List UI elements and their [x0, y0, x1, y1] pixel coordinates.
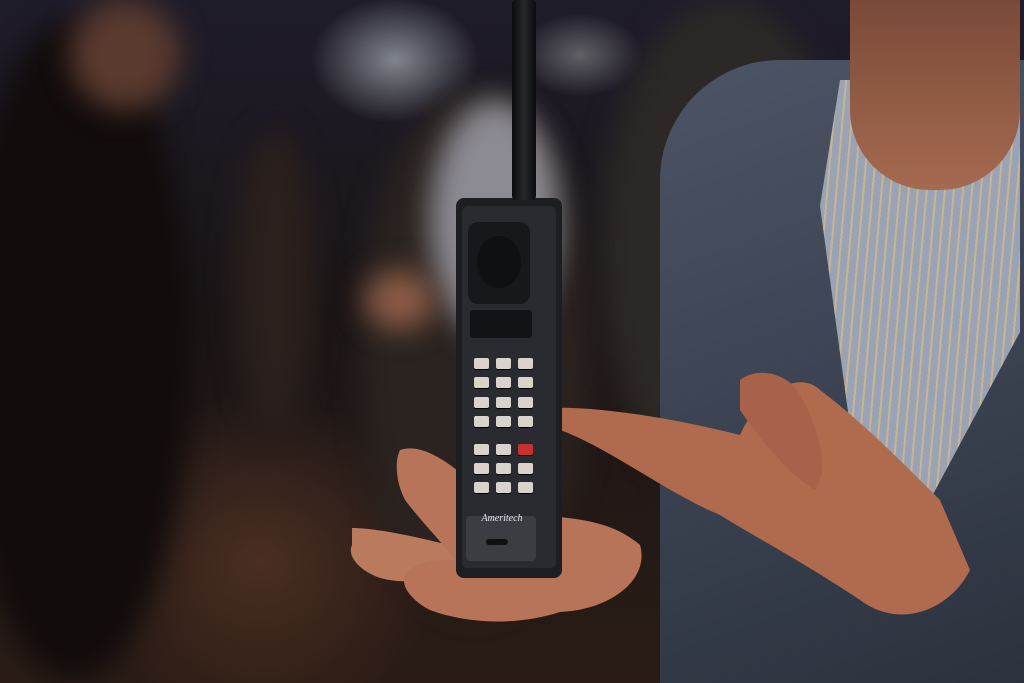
key	[496, 358, 511, 369]
key	[474, 482, 489, 493]
key	[496, 377, 511, 388]
key	[474, 463, 489, 474]
key	[496, 482, 511, 493]
key	[518, 377, 533, 388]
key	[518, 397, 533, 408]
key	[474, 358, 489, 369]
key	[496, 463, 511, 474]
key	[474, 377, 489, 388]
end-key	[518, 444, 533, 455]
phone-brand-label: Ameritech	[481, 513, 523, 524]
photo-scene: Ameritech	[0, 0, 1024, 683]
key	[496, 397, 511, 408]
key	[518, 463, 533, 474]
key	[474, 416, 489, 427]
key	[474, 444, 489, 455]
key	[518, 416, 533, 427]
key	[496, 416, 511, 427]
key	[496, 444, 511, 455]
key	[518, 358, 533, 369]
key	[518, 482, 533, 493]
phone-antenna	[512, 0, 536, 200]
key	[474, 397, 489, 408]
